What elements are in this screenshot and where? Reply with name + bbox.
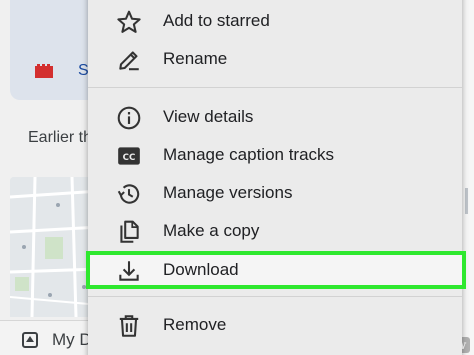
menu-item-download[interactable]: Download: [88, 251, 462, 289]
scrollbar-track[interactable]: [462, 0, 474, 355]
menu-item-label: View details: [163, 107, 254, 126]
download-icon: [116, 258, 142, 284]
video-file-icon: [35, 64, 53, 78]
nav-my-drive-label: My D: [52, 330, 92, 349]
menu-item-label: Rename: [163, 49, 228, 68]
closed-caption-icon: CC: [116, 143, 142, 169]
nav-my-drive[interactable]: My D: [0, 320, 100, 355]
context-menu: Add to starred Rename View details CC Ma…: [88, 0, 462, 355]
menu-item-label: Make a copy: [163, 221, 260, 240]
menu-divider: [88, 87, 462, 88]
menu-item-make-a-copy[interactable]: Make a copy: [88, 212, 462, 250]
menu-item-add-to-starred[interactable]: Add to starred: [88, 2, 462, 40]
menu-item-label: Manage caption tracks: [163, 145, 335, 164]
info-circle-icon: [116, 105, 142, 131]
menu-divider: [88, 296, 462, 297]
menu-item-rename[interactable]: Rename: [88, 40, 462, 78]
scrollbar-thumb[interactable]: [465, 188, 468, 214]
trash-icon: [116, 313, 142, 339]
menu-item-label: Add to starred: [163, 11, 270, 30]
menu-item-label: Manage versions: [163, 183, 293, 202]
history-icon: [116, 181, 142, 207]
menu-item-label: Download: [163, 260, 239, 279]
map-file-thumbnail[interactable]: [10, 177, 100, 317]
drive-icon: [22, 332, 38, 348]
pencil-icon: [116, 47, 142, 73]
svg-text:CC: CC: [123, 153, 136, 163]
menu-item-remove[interactable]: Remove: [88, 306, 462, 344]
menu-item-label: Remove: [163, 315, 227, 334]
menu-item-manage-caption-tracks[interactable]: CC Manage caption tracks: [88, 136, 462, 174]
copy-icon: [116, 219, 142, 245]
menu-item-view-details[interactable]: View details: [88, 98, 462, 136]
menu-item-manage-versions[interactable]: Manage versions: [88, 174, 462, 212]
star-outline-icon: [116, 9, 142, 35]
